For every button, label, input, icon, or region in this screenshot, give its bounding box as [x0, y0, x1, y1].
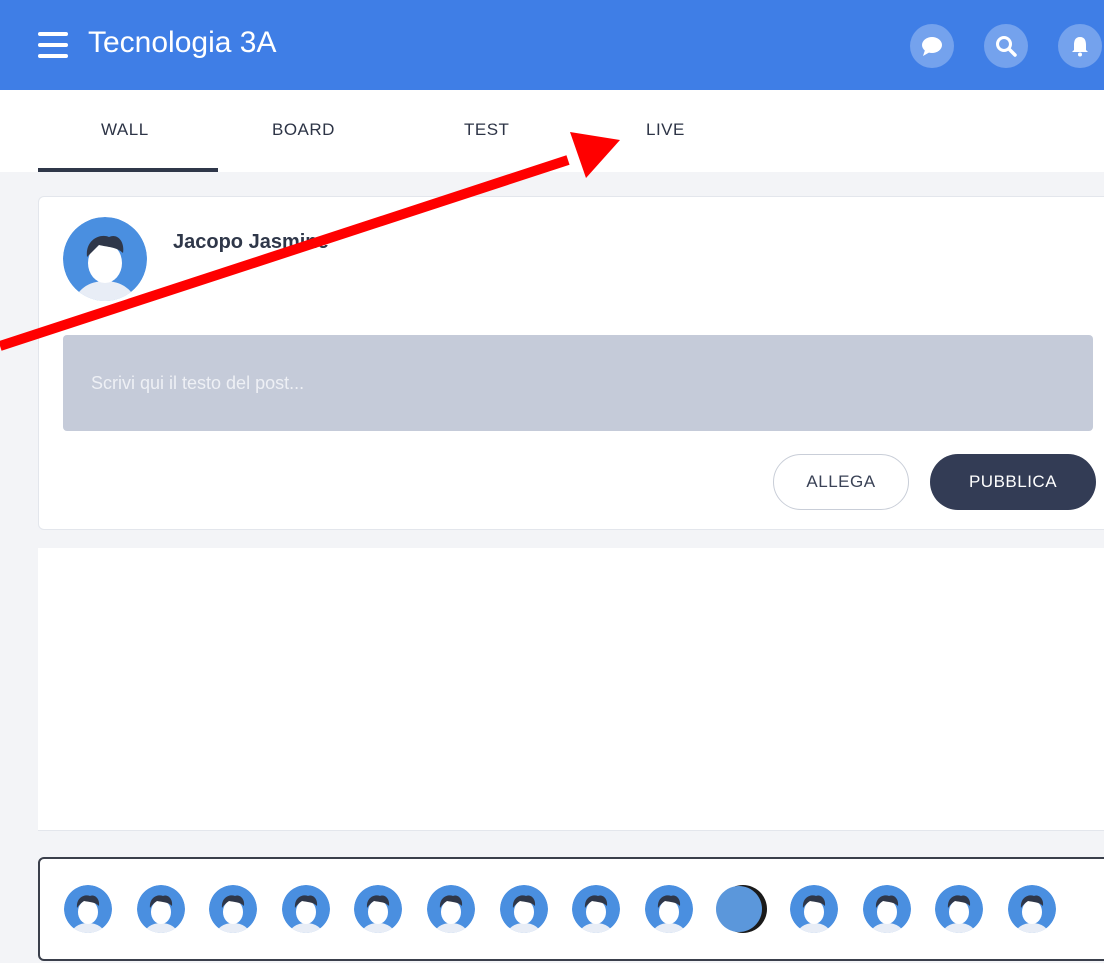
tab-bar: WALL BOARD TEST LIVE: [0, 90, 1104, 172]
post-composer: Jacopo Jasmine ALLEGA PUBBLICA: [38, 196, 1104, 530]
participant-avatar[interactable]: [933, 883, 985, 940]
top-app-bar: Tecnologia 3A: [0, 0, 1104, 90]
participant-avatar[interactable]: [135, 883, 187, 940]
participant-avatar[interactable]: [788, 883, 840, 940]
participant-avatar[interactable]: [498, 883, 550, 940]
tab-live[interactable]: LIVE: [646, 120, 685, 140]
class-title: Tecnologia 3A: [88, 26, 277, 59]
wall-feed-area: [38, 548, 1104, 831]
participant-avatar[interactable]: [207, 883, 259, 940]
participant-avatar[interactable]: [62, 883, 114, 940]
participant-avatar[interactable]: [861, 883, 913, 940]
hamburger-menu-icon[interactable]: [38, 30, 70, 60]
participant-avatar[interactable]: [1006, 883, 1058, 940]
participant-avatar[interactable]: [352, 883, 404, 940]
author-name: Jacopo Jasmine: [173, 231, 329, 253]
participants-strip: [38, 857, 1104, 961]
user-avatar: [63, 217, 147, 306]
search-icon[interactable]: [984, 24, 1028, 68]
attach-button[interactable]: ALLEGA: [773, 454, 909, 510]
participant-avatar[interactable]: [425, 883, 477, 940]
publish-button[interactable]: PUBBLICA: [930, 454, 1096, 510]
tab-board[interactable]: BOARD: [272, 120, 335, 140]
post-text-input[interactable]: [63, 335, 1093, 431]
tab-test[interactable]: TEST: [464, 120, 509, 140]
participant-avatar[interactable]: [280, 883, 332, 940]
active-tab-indicator: [38, 168, 218, 172]
participant-avatar[interactable]: [570, 883, 622, 940]
bell-icon[interactable]: [1058, 24, 1102, 68]
participant-avatar[interactable]: [643, 883, 695, 940]
tab-wall[interactable]: WALL: [101, 120, 149, 140]
chat-icon[interactable]: [910, 24, 954, 68]
participant-avatar[interactable]: [715, 883, 768, 940]
